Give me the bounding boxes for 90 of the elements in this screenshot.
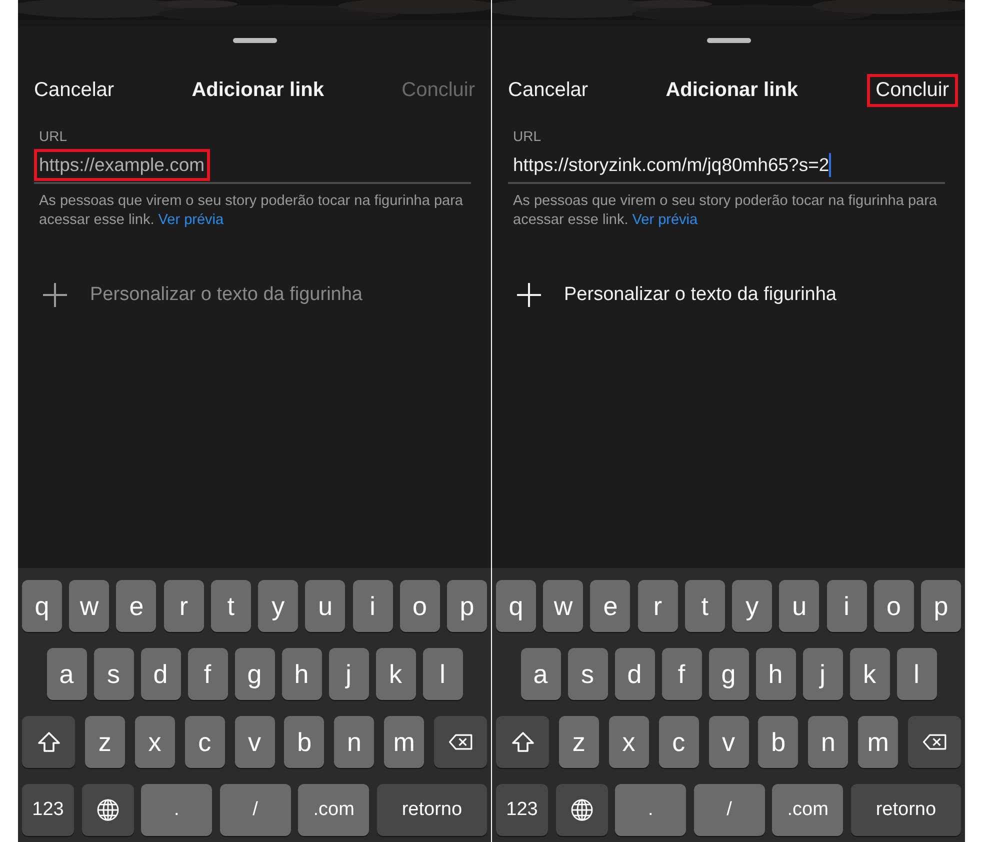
keyboard-key[interactable]: y xyxy=(258,580,298,632)
keyboard-key[interactable]: i xyxy=(352,580,393,632)
keyboard-key[interactable]: e xyxy=(590,580,630,632)
keyboard-key[interactable]: v xyxy=(708,716,748,768)
keyboard-key[interactable]: . xyxy=(141,784,212,836)
keyboard-key[interactable]: h xyxy=(756,648,796,700)
url-field[interactable]: https://example.com xyxy=(34,148,471,184)
keyboard-key[interactable]: j xyxy=(802,648,842,700)
sheet-title: Adicionar link xyxy=(666,78,798,102)
keyboard-key[interactable]: x xyxy=(608,716,649,768)
keyboard-key[interactable]: .com xyxy=(772,784,844,836)
helper-text: As pessoas que virem o seu story poderão tocar na figurinha para acessar esse link. Ver prévia xyxy=(513,192,938,230)
preview-link[interactable]: Ver prévia xyxy=(158,212,224,228)
keyboard-key[interactable]: n xyxy=(334,716,374,768)
keyboard-key[interactable]: b xyxy=(284,716,324,768)
cancel-button[interactable]: Cancelar xyxy=(28,76,120,104)
shift-icon xyxy=(36,730,62,754)
keyboard-key[interactable]: r xyxy=(164,580,204,632)
keyboard-key[interactable]: d xyxy=(140,648,180,700)
plus-icon xyxy=(42,282,68,308)
keyboard-key[interactable]: w xyxy=(69,580,110,632)
keyboard-key[interactable]: o xyxy=(874,580,914,632)
keyboard-key[interactable]: m xyxy=(384,716,424,768)
keyboard-key[interactable]: a xyxy=(520,648,560,700)
keyboard-key[interactable]: o xyxy=(400,580,440,632)
cancel-button[interactable]: Cancelar xyxy=(502,76,594,104)
keyboard-key[interactable]: m xyxy=(858,716,898,768)
keyboard-key[interactable]: r xyxy=(638,580,678,632)
field-label: URL xyxy=(39,128,68,144)
shift-key[interactable] xyxy=(496,716,549,768)
shift-icon xyxy=(510,730,536,754)
keyboard-key[interactable]: / xyxy=(220,784,291,836)
keyboard-key[interactable]: f xyxy=(188,648,228,700)
keyboard-key[interactable]: q xyxy=(496,580,536,632)
keyboard-key[interactable]: 123 xyxy=(496,784,548,836)
sheet-handle[interactable] xyxy=(706,38,750,43)
keyboard-key[interactable]: u xyxy=(779,580,820,632)
keyboard-key[interactable]: c xyxy=(184,716,225,768)
globe-icon xyxy=(94,798,121,822)
keyboard-key[interactable]: z xyxy=(558,716,599,768)
keyboard-key[interactable]: g xyxy=(708,648,748,700)
delete-key[interactable] xyxy=(908,716,961,768)
keyboard-key[interactable]: k xyxy=(376,648,416,700)
keyboard-key[interactable]: t xyxy=(684,580,725,632)
keyboard-key[interactable]: p xyxy=(920,580,961,632)
return-key[interactable]: retorno xyxy=(376,784,487,836)
keyboard-key[interactable]: l xyxy=(422,648,462,700)
keyboard-key[interactable]: v xyxy=(234,716,274,768)
keyboard-key[interactable]: a xyxy=(46,648,86,700)
keyboard-key[interactable]: b xyxy=(758,716,798,768)
globe-key[interactable] xyxy=(82,784,134,836)
globe-key[interactable] xyxy=(556,784,608,836)
preview-link[interactable]: Ver prévia xyxy=(632,212,698,228)
globe-icon xyxy=(568,798,595,822)
url-field[interactable]: https://storyzink.com/m/jq80mh65?s=2 xyxy=(508,148,945,184)
keyboard-key[interactable]: c xyxy=(658,716,699,768)
sheet-handle[interactable] xyxy=(232,38,276,43)
keyboard-key[interactable]: d xyxy=(614,648,654,700)
sheet-title: Adicionar link xyxy=(192,78,324,102)
keyboard-key[interactable]: j xyxy=(328,648,368,700)
keyboard-key[interactable]: p xyxy=(446,580,487,632)
helper-text: As pessoas que virem o seu story poderão tocar na figurinha para acessar esse link. Ver prévia xyxy=(39,192,464,230)
keyboard-key[interactable]: k xyxy=(850,648,890,700)
keyboard-key[interactable]: z xyxy=(84,716,125,768)
keyboard-key[interactable]: f xyxy=(662,648,702,700)
keyboard-key[interactable]: . xyxy=(615,784,686,836)
keyboard-key[interactable]: q xyxy=(22,580,62,632)
return-key[interactable]: retorno xyxy=(850,784,961,836)
keyboard-key[interactable]: w xyxy=(543,580,584,632)
keyboard-key[interactable]: .com xyxy=(298,784,370,836)
keyboard-key[interactable]: e xyxy=(116,580,156,632)
customize-text-button[interactable]: Personalizar o texto da figurinha xyxy=(508,282,836,308)
keyboard-key[interactable]: y xyxy=(732,580,772,632)
keyboard-key[interactable]: g xyxy=(234,648,274,700)
keyboard-key[interactable]: x xyxy=(134,716,175,768)
keyboard-key[interactable]: t xyxy=(210,580,251,632)
field-label: URL xyxy=(513,128,542,144)
keyboard-key[interactable]: s xyxy=(94,648,134,700)
keyboard-key[interactable]: l xyxy=(896,648,936,700)
delete-key[interactable] xyxy=(434,716,487,768)
keyboard-key[interactable]: u xyxy=(305,580,346,632)
shift-key[interactable] xyxy=(22,716,75,768)
keyboard-key[interactable]: 123 xyxy=(22,784,74,836)
keyboard-key[interactable]: i xyxy=(826,580,867,632)
keyboard-key[interactable]: h xyxy=(282,648,322,700)
keyboard-key[interactable]: n xyxy=(808,716,848,768)
text-cursor xyxy=(829,153,832,177)
plus-icon xyxy=(516,282,542,308)
keyboard-key[interactable]: / xyxy=(694,784,765,836)
keyboard-key[interactable]: s xyxy=(568,648,608,700)
